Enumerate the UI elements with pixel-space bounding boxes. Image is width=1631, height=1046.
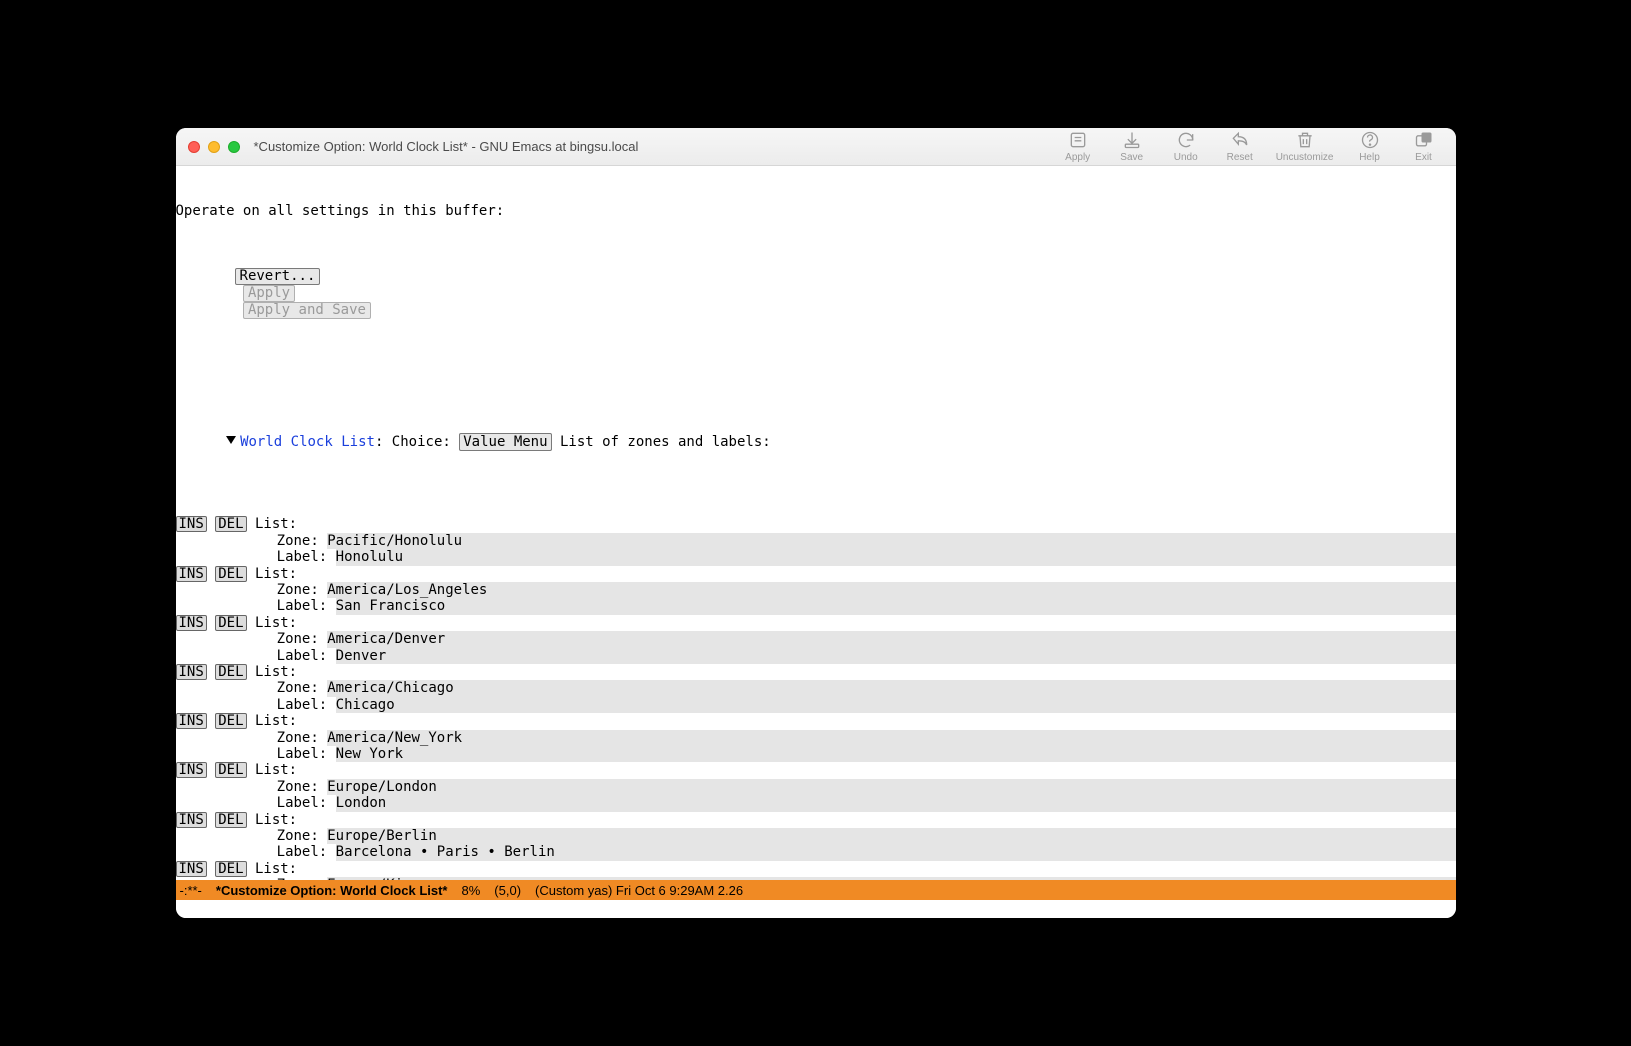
del-button[interactable]: DEL xyxy=(215,762,246,778)
list-item: INS DEL List: Zone: America/New_York Lab… xyxy=(176,713,1456,762)
zone-field[interactable]: Europe/London xyxy=(327,779,1455,795)
del-button[interactable]: DEL xyxy=(215,566,246,582)
toolbar-undo-button[interactable]: Undo xyxy=(1168,130,1204,163)
minimize-window-button[interactable] xyxy=(208,141,220,153)
modeline-right: (Custom yas) Fri Oct 6 9:29AM 2.26 xyxy=(535,883,743,898)
mode-line[interactable]: -:**- *Customize Option: World Clock Lis… xyxy=(176,880,1456,900)
toolbar-help-button[interactable]: Help xyxy=(1352,130,1388,163)
zone-field[interactable]: America/Denver xyxy=(327,631,1455,647)
ins-button[interactable]: INS xyxy=(176,762,207,778)
option-tail: List of zones and labels: xyxy=(560,434,771,450)
list-label: List: xyxy=(255,762,297,778)
disclosure-triangle-icon[interactable] xyxy=(226,436,236,444)
list-item: INS DEL List: Zone: Europe/London Label:… xyxy=(176,762,1456,811)
modeline-pct: 8% xyxy=(462,883,481,898)
list-label: List: xyxy=(255,812,297,828)
reset-icon xyxy=(1230,130,1250,150)
list-label: List: xyxy=(255,566,297,582)
zone-field[interactable]: America/New_York xyxy=(327,730,1455,746)
close-window-button[interactable] xyxy=(188,141,200,153)
toolbar: Apply Save Undo Reset Uncustomize Help xyxy=(1060,130,1444,163)
list-label: List: xyxy=(255,713,297,729)
list-item: INS DEL List: Zone: America/Los_Angeles … xyxy=(176,566,1456,615)
help-icon xyxy=(1360,130,1380,150)
del-button[interactable]: DEL xyxy=(215,664,246,680)
label-field[interactable]: Chicago xyxy=(336,697,1456,713)
list-item: INS DEL List: Zone: America/Chicago Labe… xyxy=(176,664,1456,713)
toolbar-reset-button[interactable]: Reset xyxy=(1222,130,1258,163)
list-item: INS DEL List: Zone: Pacific/Honolulu Lab… xyxy=(176,516,1456,565)
modeline-status: -:**- xyxy=(180,883,202,898)
list-label: List: xyxy=(255,615,297,631)
revert-button[interactable]: Revert... xyxy=(235,268,321,285)
apply-button[interactable]: Apply xyxy=(243,285,295,302)
del-button[interactable]: DEL xyxy=(215,713,246,729)
toolbar-apply-button[interactable]: Apply xyxy=(1060,130,1096,163)
del-button[interactable]: DEL xyxy=(215,615,246,631)
trash-icon xyxy=(1295,130,1315,150)
label-field[interactable]: Honolulu xyxy=(336,549,1456,565)
zone-field[interactable]: Europe/Berlin xyxy=(327,828,1455,844)
minibuffer[interactable] xyxy=(176,900,1456,918)
label-field[interactable]: London xyxy=(336,795,1456,811)
toolbar-save-button[interactable]: Save xyxy=(1114,130,1150,163)
operate-header: Operate on all settings in this buffer: xyxy=(176,203,1456,219)
undo-icon xyxy=(1176,130,1196,150)
list-item: INS DEL List: Zone: Europe/Kiev Label: K… xyxy=(176,861,1456,880)
list-label: List: xyxy=(255,516,297,532)
ins-button[interactable]: INS xyxy=(176,615,207,631)
ins-button[interactable]: INS xyxy=(176,812,207,828)
zone-field[interactable]: America/Chicago xyxy=(327,680,1455,696)
choice-label: Choice: xyxy=(392,434,451,450)
del-button[interactable]: DEL xyxy=(215,516,246,532)
apply-and-save-button[interactable]: Apply and Save xyxy=(243,302,371,319)
list-item: INS DEL List: Zone: America/Denver Label… xyxy=(176,615,1456,664)
buffer-content[interactable]: Operate on all settings in this buffer: … xyxy=(176,166,1456,880)
ins-button[interactable]: INS xyxy=(176,516,207,532)
ins-button[interactable]: INS xyxy=(176,566,207,582)
del-button[interactable]: DEL xyxy=(215,861,246,877)
ins-button[interactable]: INS xyxy=(176,713,207,729)
label-field[interactable]: Denver xyxy=(336,648,1456,664)
label-field[interactable]: San Francisco xyxy=(336,598,1456,614)
zone-field[interactable]: Pacific/Honolulu xyxy=(327,533,1455,549)
label-field[interactable]: Barcelona • Paris • Berlin xyxy=(336,844,1456,860)
apply-icon xyxy=(1068,130,1088,150)
modeline-pos: (5,0) xyxy=(494,883,521,898)
exit-icon xyxy=(1414,130,1434,150)
modeline-buffer: *Customize Option: World Clock List* xyxy=(216,883,448,898)
toolbar-uncustomize-button[interactable]: Uncustomize xyxy=(1276,130,1334,163)
emacs-window: *Customize Option: World Clock List* - G… xyxy=(176,128,1456,918)
value-menu-button[interactable]: Value Menu xyxy=(459,433,551,451)
toolbar-exit-button[interactable]: Exit xyxy=(1406,130,1442,163)
label-field[interactable]: New York xyxy=(336,746,1456,762)
zone-field[interactable]: Europe/Kiev xyxy=(327,877,1455,880)
list-label: List: xyxy=(255,664,297,680)
list-label: List: xyxy=(255,861,297,877)
save-icon xyxy=(1122,130,1142,150)
zone-field[interactable]: America/Los_Angeles xyxy=(327,582,1455,598)
titlebar: *Customize Option: World Clock List* - G… xyxy=(176,128,1456,166)
traffic-lights xyxy=(188,141,240,153)
zoom-window-button[interactable] xyxy=(228,141,240,153)
ins-button[interactable]: INS xyxy=(176,861,207,877)
list-item: INS DEL List: Zone: Europe/Berlin Label:… xyxy=(176,812,1456,861)
window-title: *Customize Option: World Clock List* - G… xyxy=(254,139,639,154)
del-button[interactable]: DEL xyxy=(215,812,246,828)
ins-button[interactable]: INS xyxy=(176,664,207,680)
option-name-link[interactable]: World Clock List xyxy=(240,434,375,450)
